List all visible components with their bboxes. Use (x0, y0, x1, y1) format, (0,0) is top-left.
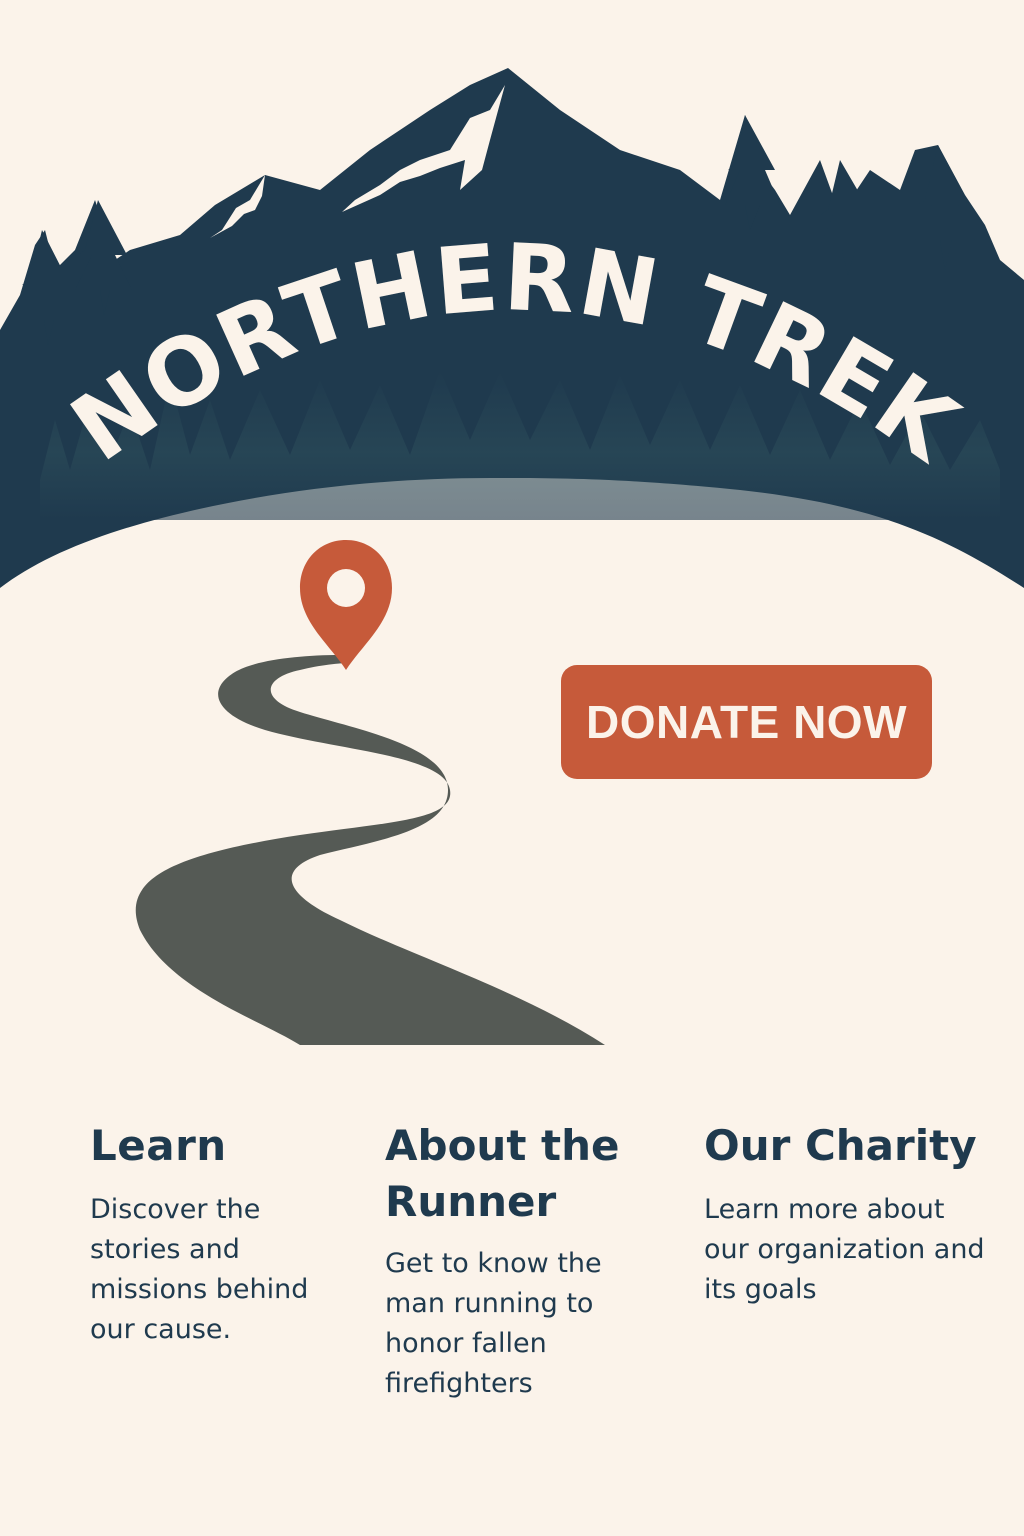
map-pin-icon (300, 540, 392, 670)
winding-trail (135, 655, 606, 1045)
hero-title: NORTHERN TREK (53, 224, 978, 483)
section-title[interactable]: Learn (90, 1118, 340, 1174)
trail-graphic (135, 540, 606, 1045)
section-learn[interactable]: Learn Discover the stories and missions … (90, 1118, 340, 1350)
section-title[interactable]: Our Charity (704, 1118, 994, 1174)
donate-now-button[interactable]: DONATE NOW (561, 665, 932, 779)
section-title[interactable]: About the Runner (385, 1118, 635, 1230)
section-about-runner[interactable]: About the Runner Get to know the man run… (385, 1118, 635, 1404)
section-body: Discover the stories and missions behind… (90, 1194, 309, 1345)
section-our-charity[interactable]: Our Charity Learn more about our organiz… (704, 1118, 994, 1310)
section-body: Get to know the man running to honor fal… (385, 1248, 602, 1399)
section-body: Learn more about our organization and it… (704, 1194, 985, 1305)
trail-illustration (0, 520, 1024, 1060)
hero-title-graphic: NORTHERN TREK (53, 224, 978, 483)
